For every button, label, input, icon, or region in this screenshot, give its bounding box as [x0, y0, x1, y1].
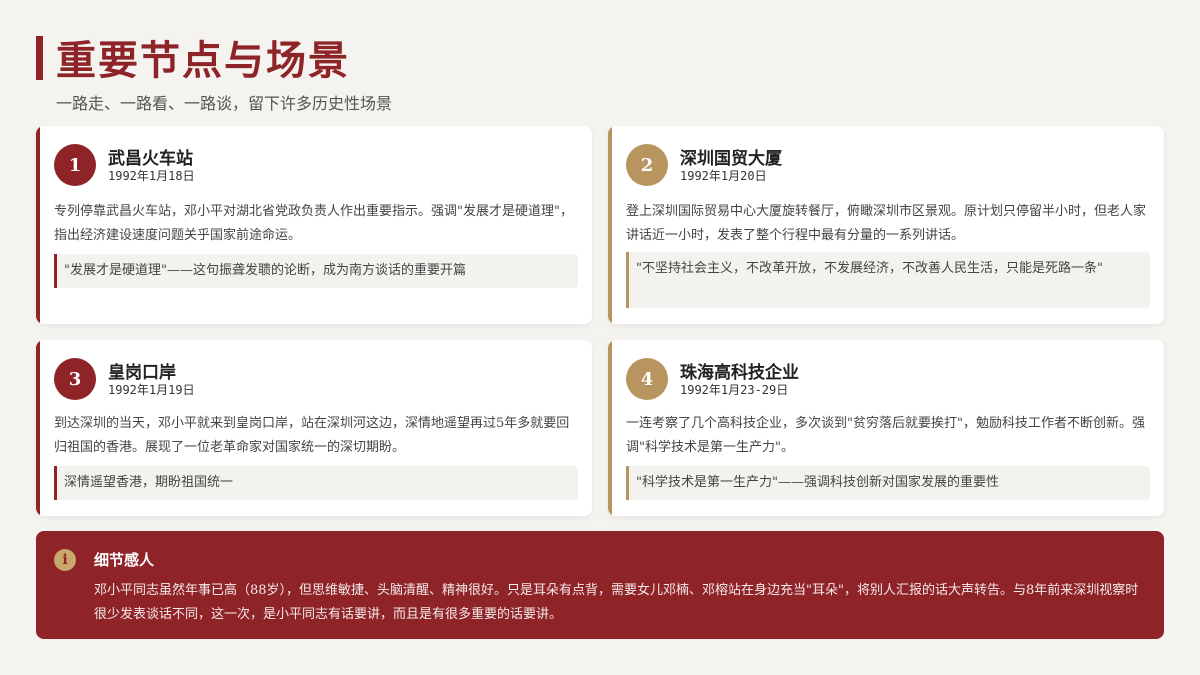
- card-description: 到达深圳的当天，邓小平就来到皇岗口岸，站在深圳河这边，深情地遥望再过5年多就要回…: [54, 416, 570, 455]
- card-quote: 深情遥望香港，期盼祖国统一: [54, 466, 578, 500]
- card-description: 专列停靠武昌火车站，邓小平对湖北省党政负责人作出重要指示。强调"发展才是硬道理"…: [54, 204, 573, 243]
- scene-card-wuchang: 1 武昌火车站 1992年1月18日 专列停靠武昌火车站，邓小平对湖北省党政负责…: [36, 126, 592, 324]
- title-accent-bar: [36, 36, 43, 80]
- card-quote: "科学技术是第一生产力"——强调科技创新对国家发展的重要性: [626, 466, 1150, 500]
- card-date: 1992年1月20日: [680, 169, 767, 183]
- scene-card-huanggang: 3 皇岗口岸 1992年1月19日 到达深圳的当天，邓小平就来到皇岗口岸，站在深…: [36, 340, 592, 516]
- card-date: 1992年1月18日: [108, 169, 195, 183]
- card-quote: "不坚持社会主义，不改革开放，不发展经济，不改善人民生活，只能是死路一条": [626, 252, 1150, 308]
- card-number-badge: 1: [54, 144, 96, 186]
- card-title: 武昌火车站: [108, 149, 193, 169]
- card-number-badge: 4: [626, 358, 668, 400]
- page-title: 重要节点与场景: [56, 37, 350, 84]
- info-icon: i: [54, 549, 76, 571]
- card-title: 珠海高科技企业: [680, 363, 799, 383]
- card-description: 一连考察了几个高科技企业，多次谈到"贫穷落后就要挨打"，勉励科技工作者不断创新。…: [626, 416, 1145, 455]
- detail-text: 邓小平同志虽然年事已高（88岁），但思维敏捷、头脑清醒、精神很好。只是耳朵有点背…: [94, 583, 1139, 622]
- card-number-badge: 2: [626, 144, 668, 186]
- page-subtitle: 一路走、一路看、一路谈，留下许多历史性场景: [56, 94, 393, 113]
- card-title: 皇岗口岸: [108, 363, 176, 383]
- card-quote: "发展才是硬道理"——这句振聋发聩的论断，成为南方谈话的重要开篇: [54, 254, 578, 288]
- card-date: 1992年1月19日: [108, 383, 195, 397]
- detail-title: 细节感人: [94, 551, 155, 569]
- scene-card-shenzhen-guomao: 2 深圳国贸大厦 1992年1月20日 登上深圳国际贸易中心大厦旋转餐厅，俯瞰深…: [608, 126, 1164, 324]
- detail-panel: i 细节感人 邓小平同志虽然年事已高（88岁），但思维敏捷、头脑清醒、精神很好。…: [36, 531, 1164, 639]
- card-date: 1992年1月23-29日: [680, 383, 789, 397]
- card-title: 深圳国贸大厦: [680, 149, 782, 169]
- scene-card-zhuhai: 4 珠海高科技企业 1992年1月23-29日 一连考察了几个高科技企业，多次谈…: [608, 340, 1164, 516]
- card-description: 登上深圳国际贸易中心大厦旋转餐厅，俯瞰深圳市区景观。原计划只停留半小时，但老人家…: [626, 204, 1147, 243]
- card-number-badge: 3: [54, 358, 96, 400]
